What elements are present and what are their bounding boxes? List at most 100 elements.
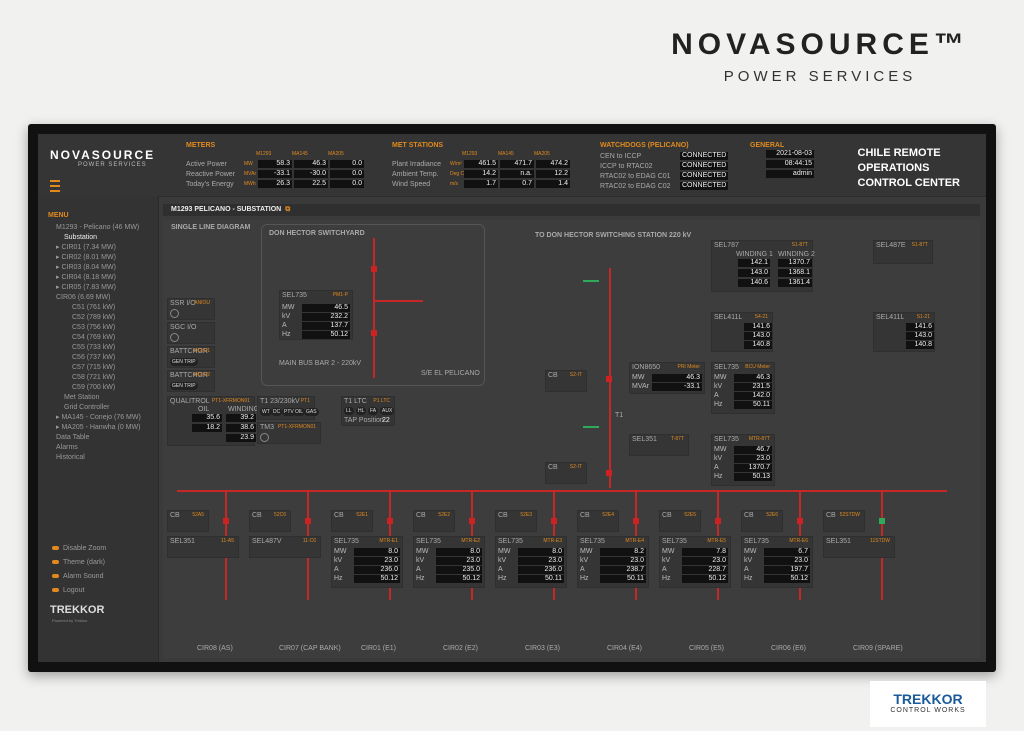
feeder-relay-box[interactable]: SEL735 MTR-E5 MW 7.8 kV 23.0 A 228.7 Hz 50.12 (659, 536, 731, 588)
menu-item[interactable]: C54 (769 kW) (38, 333, 158, 343)
feeder-label[interactable]: CIR03 (E3) (525, 645, 560, 652)
io-box[interactable]: SGC I/O (167, 322, 215, 344)
feeder-breaker-icon[interactable] (469, 518, 475, 524)
alarm-button[interactable]: DC (271, 408, 283, 416)
menu-item[interactable]: C58 (721 kW) (38, 373, 158, 383)
menu-item[interactable]: Met Station (38, 393, 158, 403)
current-value: 141.6 (744, 323, 772, 331)
alarm-button[interactable]: WT (260, 408, 272, 416)
menu-action[interactable]: Disable Zoom (38, 542, 106, 556)
feeder-relay-box[interactable]: SEL351 11-A5 (167, 536, 239, 558)
device-tag: PT1-XFRMON01 (211, 398, 250, 404)
menu-item[interactable]: Alarms (38, 443, 158, 453)
feeder-relay-box[interactable]: SEL487V 11-C6 (249, 536, 321, 558)
breaker-icon[interactable] (606, 376, 612, 382)
ltc-button[interactable]: FA (368, 407, 379, 415)
feeder-cb-box[interactable]: CB 52E5 (659, 510, 701, 532)
feeder-relay-box[interactable]: SEL735 MTR-E2 MW 8.0 kV 23.0 A 235.0 Hz 50.12 (413, 536, 485, 588)
menu-item[interactable]: ▸ CIR03 (8.04 MW) (38, 263, 158, 273)
sel787-box[interactable]: SEL787 S1-87T WINDING 1 WINDING 2 142.1 1370.… (711, 240, 815, 292)
t1-box[interactable]: T1 23/230kV PT1 WT DC PTV OIL GAS (257, 396, 319, 420)
cb-box[interactable]: CB S2-IT (545, 370, 587, 392)
feeder-relay-box[interactable]: SEL735 MTR-E6 MW 6.7 kV 23.0 A 197.7 Hz 50.12 (741, 536, 813, 588)
sel411l-box[interactable]: SEL411L S1-21 141.6 143.0 140.8 (873, 312, 935, 352)
trip-button[interactable]: GEN TRIP (170, 358, 198, 366)
ltc-button[interactable]: HL (356, 407, 367, 415)
feeder-label[interactable]: CIR08 (AS) (197, 645, 233, 652)
feeder-relay-box[interactable]: SEL735 MTR-E3 MW 8.0 kV 23.0 A 236.0 Hz 50.11 (495, 536, 567, 588)
menu-item[interactable]: Substation (38, 233, 158, 243)
menu-item[interactable]: C52 (789 kW) (38, 313, 158, 323)
sel735-bcu-box[interactable]: SEL735 BCU Meter MW 46.3 kV 231.5 A 142.0 Hz 50.1… (711, 362, 775, 414)
menu-action[interactable]: Logout (38, 584, 106, 598)
feeder-breaker-icon[interactable] (715, 518, 721, 524)
menu-item[interactable]: ▸ MA205 - Hanwha (0 MW) (38, 423, 158, 433)
menu-action[interactable]: Alarm Sound (38, 570, 106, 584)
io-box[interactable]: BATTCHGR BCH01 GEN TRIP (167, 346, 215, 368)
menu-item[interactable]: C51 (761 kW) (38, 303, 158, 313)
menu-item[interactable]: Grid Controller (38, 403, 158, 413)
menu-item[interactable]: C57 (715 kW) (38, 363, 158, 373)
menu-item[interactable]: Historical (38, 453, 158, 463)
menu-item[interactable]: ▸ CIR05 (7.83 MW) (38, 283, 158, 293)
menu-toggle-icon[interactable] (50, 180, 60, 192)
feeder-breaker-icon[interactable] (387, 518, 393, 524)
ion8650-box[interactable]: ION8650 PRI Meter MW 46.3 MVAr -33.1 (629, 362, 705, 394)
feeder-cb-box[interactable]: CB 52E2 (413, 510, 455, 532)
feeder-breaker-icon[interactable] (879, 518, 885, 524)
alarm-button[interactable]: GAS (304, 408, 319, 416)
qualitrol-box[interactable]: QUALITROL PT1-XFRMON01 OIL WINDING 35.6 18.2 3… (167, 396, 259, 446)
feeder-label[interactable]: CIR04 (E4) (607, 645, 642, 652)
menu-item[interactable]: M1293 - Pelicano (46 MW) (38, 223, 158, 233)
menu-item[interactable]: Data Table (38, 433, 158, 443)
feeder-relay-box[interactable]: SEL351 11STDW (823, 536, 895, 558)
feeder-label[interactable]: CIR07 (CAP BANK) (279, 645, 341, 652)
feeder-breaker-icon[interactable] (797, 518, 803, 524)
menu-item[interactable]: ▸ CIR02 (8.01 MW) (38, 253, 158, 263)
menu-item[interactable]: ▸ MA145 - Conejo (76 MW) (38, 413, 158, 423)
breaker-icon[interactable] (606, 470, 612, 476)
feeder-cb-box[interactable]: CB 52A5 (167, 510, 209, 532)
feeder-relay-box[interactable]: SEL735 MTR-E4 MW 8.2 kV 23.0 A 238.7 Hz 50.11 (577, 536, 649, 588)
menu-item[interactable]: ▸ CIR01 (7.34 MW) (38, 243, 158, 253)
feeder-label[interactable]: CIR05 (E5) (689, 645, 724, 652)
menu-item[interactable]: C56 (737 kW) (38, 353, 158, 363)
breaker-icon[interactable] (371, 330, 377, 336)
menu-item[interactable]: CIR06 (6.69 MW) (38, 293, 158, 303)
menu-item[interactable]: C59 (700 kW) (38, 383, 158, 393)
feeder-breaker-icon[interactable] (551, 518, 557, 524)
ltc-box[interactable]: T1 LTC P1 LTC LL HL FA AUX TAP Position 22 (341, 396, 395, 426)
ltc-button[interactable]: AUX (380, 407, 395, 415)
feeder-cb-box[interactable]: CB 52E1 (331, 510, 373, 532)
feeder-label[interactable]: CIR06 (E6) (771, 645, 806, 652)
menu-item[interactable]: C53 (756 kW) (38, 323, 158, 333)
tm3-box[interactable]: TM3 PT1-XFRMON01 (257, 422, 321, 444)
sel735-meter-box[interactable]: SEL735 PM1-P MW 46.5 kV 232.2 A 137.7 Hz 50.12 (279, 290, 353, 340)
sel351-box[interactable]: SEL351 T-87T (629, 434, 689, 456)
sel735-mtr-box[interactable]: SEL735 MTR-87T MW 46.7 kV 23.0 A 1370.7 Hz 50.13 (711, 434, 775, 486)
sel411l-box[interactable]: SEL411L S4-21 141.6 143.0 140.8 (711, 312, 773, 352)
feeder-cb-box[interactable]: CB 52STDW (823, 510, 865, 532)
menu-item[interactable]: C55 (733 kW) (38, 343, 158, 353)
ltc-button[interactable]: LL (344, 407, 354, 415)
feeder-label[interactable]: CIR02 (E2) (443, 645, 478, 652)
sel487e-box[interactable]: SEL487E S1-87T (873, 240, 933, 264)
feeder-label[interactable]: CIR09 (SPARE) (853, 645, 903, 652)
feeder-breaker-icon[interactable] (223, 518, 229, 524)
menu-item[interactable]: ▸ CIR04 (8.18 MW) (38, 273, 158, 283)
feeder-cb-box[interactable]: CB 52C6 (249, 510, 291, 532)
feeder-label[interactable]: CIR01 (E1) (361, 645, 396, 652)
io-box[interactable]: BATTCHGR BCH02 GEN TRIP (167, 370, 215, 392)
breaker-icon[interactable] (371, 266, 377, 272)
io-box[interactable]: SSR I/O ANIOU (167, 298, 215, 320)
feeder-cb-box[interactable]: CB 52E3 (495, 510, 537, 532)
cb-box[interactable]: CB S2-IT (545, 462, 587, 484)
feeder-relay-box[interactable]: SEL735 MTR-E1 MW 8.0 kV 23.0 A 236.0 Hz 50.12 (331, 536, 403, 588)
trip-button[interactable]: GEN TRIP (170, 382, 198, 390)
feeder-breaker-icon[interactable] (305, 518, 311, 524)
feeder-cb-box[interactable]: CB 52E6 (741, 510, 783, 532)
menu-action[interactable]: Theme (dark) (38, 556, 106, 570)
feeder-cb-box[interactable]: CB 52E4 (577, 510, 619, 532)
feeder-breaker-icon[interactable] (633, 518, 639, 524)
edit-icon[interactable]: ⧉ (285, 206, 290, 213)
